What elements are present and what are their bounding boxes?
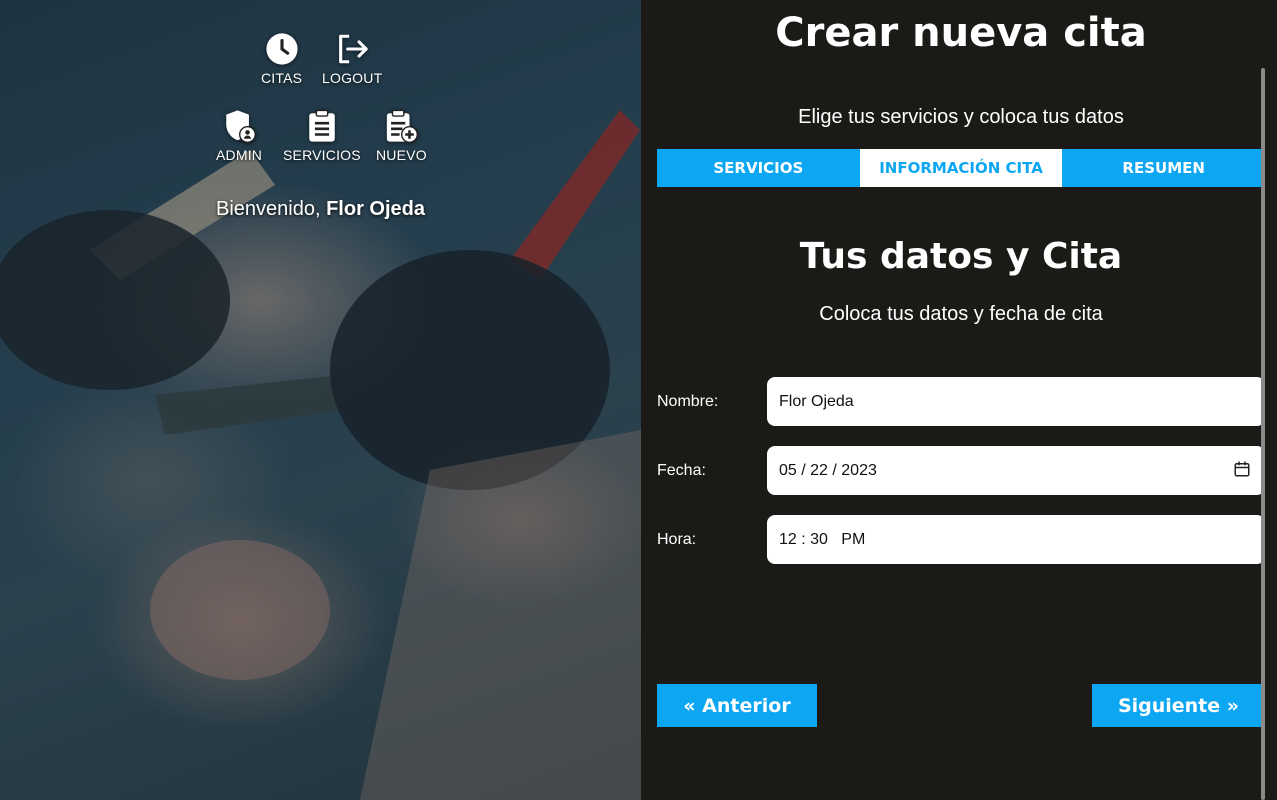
hora-field[interactable]: 12 : 30 PM	[767, 515, 1265, 564]
nav-nuevo[interactable]: NUEVO	[376, 109, 427, 163]
fecha-field[interactable]: 05 / 22 / 2023	[767, 446, 1265, 495]
nav-logout[interactable]: LOGOUT	[322, 32, 382, 86]
fecha-value: 05 / 22 / 2023	[779, 461, 877, 479]
nav-logout-label: LOGOUT	[322, 70, 383, 86]
nav-admin-label: ADMIN	[216, 147, 263, 163]
welcome-message: Bienvenido, Flor Ojeda	[0, 198, 641, 221]
appointment-panel: Crear nueva cita Elige tus servicios y c…	[641, 0, 1277, 800]
nombre-label: Nombre:	[657, 392, 719, 410]
page-title: Crear nueva cita	[775, 10, 1147, 56]
fecha-row: Fecha: 05 / 22 / 2023	[657, 446, 1265, 495]
section-subtitle: Coloca tus datos y fecha de cita	[819, 303, 1103, 325]
nav-admin[interactable]: ADMIN	[216, 109, 262, 163]
siguiente-button[interactable]: Siguiente »	[1092, 684, 1265, 727]
step-tabs: SERVICIOS INFORMACIÓN CITA RESUMEN	[657, 149, 1266, 187]
tab-servicios[interactable]: SERVICIOS	[657, 149, 860, 187]
clipboard-add-icon	[387, 109, 419, 143]
nombre-row: Nombre: Flor Ojeda	[657, 377, 1265, 426]
hora-value: 12 : 30 PM	[779, 530, 866, 548]
nav-servicios-label: SERVICIOS	[283, 147, 361, 163]
logout-icon	[339, 34, 368, 64]
nombre-field[interactable]: Flor Ojeda	[767, 377, 1265, 426]
fecha-label: Fecha:	[657, 461, 706, 479]
nombre-value: Flor Ojeda	[779, 392, 854, 410]
nav-citas-label: CITAS	[261, 70, 303, 86]
welcome-prefix: Bienvenido,	[216, 198, 321, 220]
nav-servicios[interactable]: SERVICIOS	[283, 109, 361, 163]
nav-citas[interactable]: CITAS	[261, 32, 302, 86]
calendar-icon[interactable]	[1233, 460, 1251, 478]
anterior-button[interactable]: « Anterior	[657, 684, 817, 727]
shield-user-icon	[226, 110, 257, 143]
hora-label: Hora:	[657, 530, 697, 548]
tab-resumen[interactable]: RESUMEN	[1062, 149, 1266, 187]
page-subtitle: Elige tus servicios y coloca tus datos	[798, 106, 1124, 128]
clipboard-list-icon	[309, 109, 335, 142]
section-title: Tus datos y Cita	[799, 236, 1123, 277]
tab-informacion-cita[interactable]: INFORMACIÓN CITA	[859, 149, 1063, 187]
welcome-user-name: Flor Ojeda	[326, 198, 425, 220]
scrollbar[interactable]	[1261, 68, 1265, 800]
hora-row: Hora: 12 : 30 PM	[657, 515, 1265, 564]
nav-nuevo-label: NUEVO	[376, 147, 427, 163]
clock-icon	[266, 33, 298, 65]
